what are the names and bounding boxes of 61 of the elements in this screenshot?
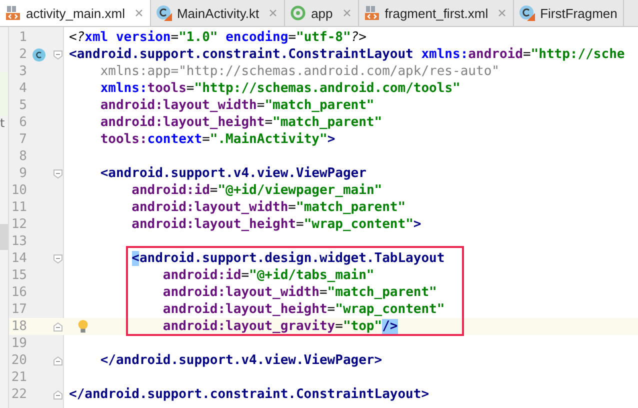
line-number: 17 xyxy=(10,302,27,317)
code-line: <?xml version="1.0" encoding="utf-8"?> xyxy=(69,29,366,46)
line-number: 11 xyxy=(10,200,27,215)
code-line: android:layout_height="wrap_content" xyxy=(162,301,445,318)
line-number: 7 xyxy=(18,132,27,147)
code-line: xmlns:app="http://schemas.android.com/apk/res-auto" xyxy=(99,63,500,80)
close-icon[interactable] xyxy=(342,8,352,18)
code-line: xmlns:tools="http://schemas.android.com/tools" xyxy=(99,80,460,97)
code-line: <android.support.constraint.ConstraintLayout xmlns:android="http://sche xyxy=(69,46,625,63)
editor-tab[interactable]: app xyxy=(285,0,359,26)
line-number: 3 xyxy=(18,64,27,79)
line-number: 10 xyxy=(10,183,27,198)
close-icon[interactable] xyxy=(497,8,508,18)
panel-text: t xyxy=(0,116,6,130)
code-line: android:id="@+id/viewpager_main" xyxy=(130,182,382,199)
kotlin-class-icon xyxy=(519,5,536,21)
code-line: </android.support.v4.view.ViewPager> xyxy=(99,352,382,369)
editor-tab[interactable]: fragment_first.xml xyxy=(358,0,514,26)
code-line: android:layout_height="match_parent" xyxy=(99,114,382,131)
code-line: <android.support.design.widget.TabLayout xyxy=(130,250,445,267)
line-number: 13 xyxy=(10,234,27,249)
lightbulb-icon[interactable] xyxy=(77,319,89,334)
xml-file-icon xyxy=(5,5,21,21)
editor-tab[interactable]: FirstFragmen xyxy=(514,0,624,26)
class-marker-icon[interactable] xyxy=(32,48,46,62)
fold-icon[interactable] xyxy=(53,356,63,366)
line-number: 20 xyxy=(10,353,27,368)
line-number: 6 xyxy=(18,115,27,130)
line-number: 22 xyxy=(10,387,27,402)
editor-tab[interactable]: activity_main.xml xyxy=(0,0,151,26)
line-number: 2 xyxy=(18,47,27,62)
xml-file-icon xyxy=(364,5,380,21)
code-line: android:layout_width="match_parent" xyxy=(99,97,374,114)
line-number: 12 xyxy=(10,217,27,232)
line-number: 9 xyxy=(18,166,27,181)
line-number: 18 xyxy=(10,319,27,334)
close-icon[interactable] xyxy=(134,8,144,18)
line-number: 4 xyxy=(18,81,27,96)
line-number: 19 xyxy=(10,336,27,351)
code-line: </android.support.constraint.ConstraintLayout> xyxy=(69,386,430,403)
fold-icon[interactable] xyxy=(53,254,63,264)
code-line: <android.support.v4.view.ViewPager xyxy=(99,165,366,182)
fold-icon[interactable] xyxy=(53,168,63,178)
line-number: 8 xyxy=(18,149,27,164)
code-line: tools:context=".MainActivity"> xyxy=(99,131,336,148)
kotlin-class-icon xyxy=(156,5,172,21)
fold-icon[interactable] xyxy=(53,50,63,60)
line-number: 16 xyxy=(10,285,27,300)
line-number: 14 xyxy=(10,251,27,266)
code-line: android:layout_height="wrap_content"> xyxy=(130,216,422,233)
editor-tab[interactable]: MainActivity.kt xyxy=(150,0,286,26)
code-line: android:id="@+id/tabs_main" xyxy=(162,267,374,284)
line-number: 1 xyxy=(18,30,27,45)
code-line: android:layout_width="match_parent" xyxy=(162,284,437,301)
code-line: android:layout_width="match_parent" xyxy=(130,199,406,216)
close-icon[interactable] xyxy=(268,8,278,18)
line-number: 21 xyxy=(10,370,27,385)
module-icon xyxy=(290,5,306,21)
line-number: 15 xyxy=(10,268,27,283)
fold-icon[interactable] xyxy=(53,390,63,400)
line-number: 5 xyxy=(18,98,27,113)
